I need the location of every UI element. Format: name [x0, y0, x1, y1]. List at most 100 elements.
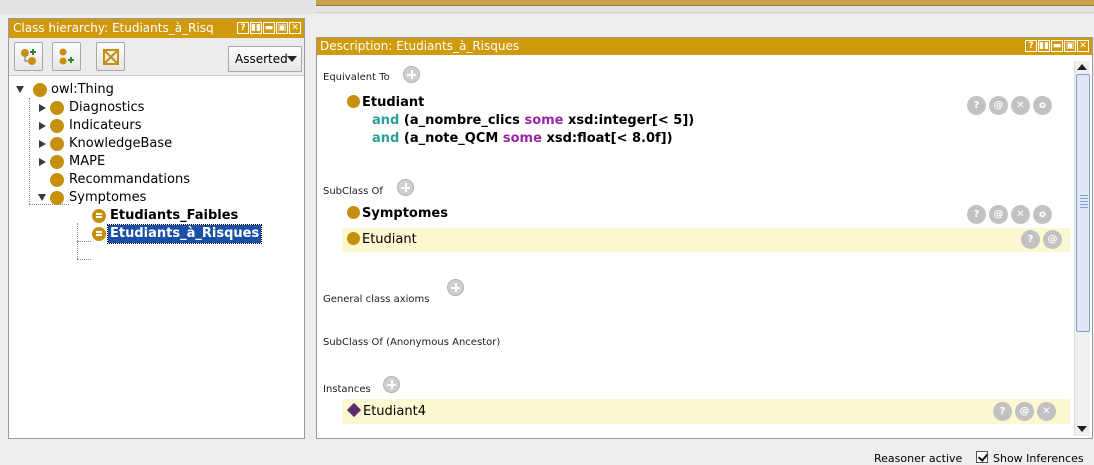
close-icon[interactable]: ✕: [289, 22, 301, 34]
annotate-icon[interactable]: @: [1015, 402, 1034, 421]
anonymous-ancestor-label: SubClass Of (Anonymous Ancestor): [323, 337, 501, 348]
instance-entry: Etudiant4: [346, 402, 426, 420]
explain-icon[interactable]: ?: [1021, 230, 1040, 249]
tree-item-label: Indicateurs: [69, 118, 142, 133]
explain-icon[interactable]: ?: [967, 205, 986, 224]
defined-class-icon: [92, 209, 106, 223]
pin-icon[interactable]: ▮▮: [1038, 40, 1050, 52]
row-actions: ? @ ✕ o: [967, 205, 1052, 224]
tree-item-label: owl:Thing: [51, 82, 114, 97]
description-panel: Description: Etudiants_à_Risques ? ▮▮ ▬ …: [316, 37, 1093, 439]
collapse-arrow-icon[interactable]: [39, 122, 46, 130]
property-expression: (a_nombre_clics: [403, 113, 520, 128]
scroll-down-icon[interactable]: [1077, 426, 1087, 432]
edit-icon[interactable]: o: [1033, 205, 1052, 224]
tree-item-diagnostics[interactable]: Diagnostics: [9, 99, 299, 117]
tree-item-mape[interactable]: MAPE: [9, 153, 299, 171]
class-icon: [347, 95, 360, 108]
tree-item-label: MAPE: [69, 154, 106, 169]
restriction-line-2: and (a_note_QCM some xsd:float[< 8.0f]): [372, 130, 673, 147]
description-header: Description: Etudiants_à_Risques ? ▮▮ ▬ …: [317, 38, 1092, 55]
pin-icon[interactable]: ▮▮: [250, 22, 262, 34]
tree-item-recommandations[interactable]: Recommandations: [9, 171, 299, 189]
close-icon[interactable]: ✕: [1077, 40, 1089, 52]
minimize-icon[interactable]: ▬: [263, 22, 275, 34]
scroll-up-icon[interactable]: [1077, 64, 1087, 70]
show-inferences-label[interactable]: Show Inferences: [993, 452, 1084, 465]
add-general-axiom-icon[interactable]: [447, 279, 464, 296]
delete-icon[interactable]: ✕: [1037, 402, 1056, 421]
tree-item-label: Etudiants_Faibles: [110, 208, 239, 223]
superclass-entry: Symptomes: [347, 205, 448, 222]
status-bar: Reasoner active Show Inferences: [0, 444, 1094, 465]
expand-arrow-icon[interactable]: [38, 194, 46, 201]
defined-class-icon: [92, 227, 106, 241]
delete-class-icon: [103, 49, 119, 65]
panel-header-buttons: ? ▮▮ ▬ ▣ ✕: [1025, 40, 1089, 52]
divider: [316, 12, 1094, 13]
equivalent-class-expression[interactable]: Etudiant and (a_nombre_clics some xsd:in…: [342, 93, 1070, 149]
scrollbar-thumb[interactable]: [1076, 74, 1090, 332]
keyword-some: some: [502, 131, 542, 146]
class-hierarchy-panel: Class hierarchy: Etudiants_à_Risq ? ▮▮ ▬…: [8, 18, 305, 439]
hierarchy-mode-value: Asserted: [235, 52, 288, 66]
inferred-superclass-row[interactable]: Etudiant ? @: [342, 228, 1070, 252]
tree-item-label: KnowledgeBase: [69, 136, 173, 151]
general-class-axioms-label: General class axioms: [323, 294, 430, 305]
collapse-arrow-icon[interactable]: [39, 140, 46, 148]
tree-item-knowledgebase[interactable]: KnowledgeBase: [9, 135, 299, 153]
individual-name: Etudiant4: [363, 404, 426, 419]
vertical-scrollbar[interactable]: [1074, 61, 1090, 436]
delete-icon[interactable]: ✕: [1011, 96, 1030, 115]
top-strip: [0, 0, 1094, 14]
maximize-icon[interactable]: ▣: [1064, 40, 1076, 52]
minimize-icon[interactable]: ▬: [1051, 40, 1063, 52]
individual-icon: [346, 402, 362, 418]
upper-panel-edge: [316, 0, 1094, 6]
add-instance-icon[interactable]: [383, 376, 400, 393]
maximize-icon[interactable]: ▣: [276, 22, 288, 34]
class-icon: [50, 155, 64, 169]
add-equivalent-icon[interactable]: [403, 66, 420, 83]
hierarchy-mode-select[interactable]: Asserted: [228, 46, 302, 72]
add-subclass-button[interactable]: [14, 42, 43, 71]
collapse-arrow-icon[interactable]: [39, 104, 46, 112]
add-sibling-button[interactable]: [52, 42, 81, 71]
annotate-icon[interactable]: @: [1043, 230, 1062, 249]
explain-icon[interactable]: ?: [993, 402, 1012, 421]
delete-class-button[interactable]: [96, 42, 125, 71]
datatype-restriction: xsd:float[< 8.0f]): [546, 131, 673, 146]
row-actions: ? @ ✕ o: [967, 96, 1052, 115]
class-icon: [347, 232, 360, 245]
explain-icon[interactable]: ?: [967, 96, 986, 115]
tree-item-symptomes[interactable]: Symptomes: [9, 189, 299, 207]
class-icon: [50, 173, 64, 187]
hierarchy-toolbar: Asserted: [9, 38, 304, 76]
help-icon[interactable]: ?: [1025, 40, 1037, 52]
tree-item-etudiants-a-risques[interactable]: Etudiants_à_Risques: [9, 224, 299, 244]
add-superclass-icon[interactable]: [397, 179, 414, 196]
tree-item-indicateurs[interactable]: Indicateurs: [9, 117, 299, 135]
tree-item-label: Recommandations: [69, 172, 190, 187]
keyword-and: and: [372, 113, 400, 128]
class-icon: [33, 83, 47, 97]
chevron-down-icon: [287, 56, 297, 62]
tree-connector: [77, 259, 91, 260]
delete-icon[interactable]: ✕: [1011, 205, 1030, 224]
instances-label: Instances: [323, 384, 371, 395]
tree-item-etudiants-faibles[interactable]: Etudiants_Faibles: [9, 207, 299, 225]
subclass-of-label: SubClass Of: [323, 186, 383, 197]
collapse-arrow-icon[interactable]: [39, 158, 46, 166]
annotate-icon[interactable]: @: [989, 205, 1008, 224]
class-icon: [50, 119, 64, 133]
annotate-icon[interactable]: @: [989, 96, 1008, 115]
help-icon[interactable]: ?: [237, 22, 249, 34]
equivalent-class-name: Etudiant: [347, 94, 424, 111]
show-inferences-checkbox[interactable]: [976, 451, 988, 463]
tree-item-owl-thing[interactable]: owl:Thing: [9, 81, 299, 99]
instance-row[interactable]: Etudiant4 ? @ ✕: [342, 399, 1070, 424]
expand-arrow-icon[interactable]: [16, 86, 24, 93]
superclass-row[interactable]: Symptomes ? @ ✕ o: [342, 203, 1070, 225]
class-icon: [50, 101, 64, 115]
edit-icon[interactable]: o: [1033, 96, 1052, 115]
